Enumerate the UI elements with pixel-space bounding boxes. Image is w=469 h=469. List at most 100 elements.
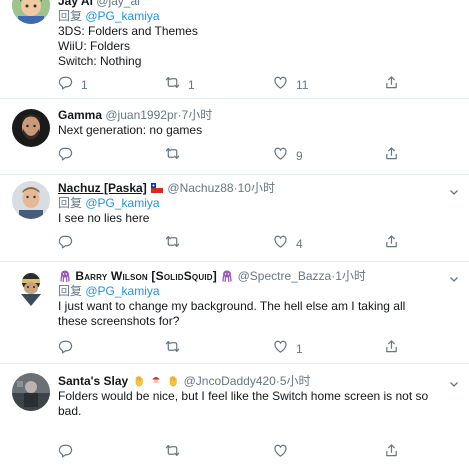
tweet-time[interactable]: 1小时	[335, 269, 366, 283]
share-icon	[384, 146, 399, 166]
retweet-button[interactable]	[165, 445, 188, 461]
share-icon	[384, 443, 399, 463]
tweet[interactable]: Barry Wilson [SolidSquid] @Spectre_Bazza…	[0, 262, 469, 363]
user-handle[interactable]: @JncoDaddy420	[184, 374, 276, 388]
chevron-down-icon[interactable]	[449, 376, 459, 387]
tweet-text-line: 3DS: Folders and Themes	[58, 24, 198, 38]
retweet-button[interactable]	[165, 148, 188, 164]
user-handle[interactable]: @juan1992pr	[105, 108, 177, 122]
tweet-text-line: Next generation: no games	[58, 123, 203, 137]
user-handle[interactable]: @Nachuz88	[167, 181, 233, 195]
retweet-icon	[165, 443, 180, 463]
like-button[interactable]: 11	[273, 75, 309, 95]
like-button[interactable]: 9	[273, 146, 303, 166]
reply-button[interactable]	[58, 443, 81, 463]
raised-hand-icon	[166, 374, 180, 388]
santa-icon	[149, 374, 163, 388]
user-handle[interactable]: @Spectre_Bazza	[238, 269, 332, 283]
retweet-icon	[165, 234, 180, 254]
tweet-text-line: bad.	[58, 404, 82, 418]
like-icon	[273, 443, 288, 463]
reply-button[interactable]: 1	[58, 75, 88, 95]
reply-prefix: 回复	[58, 9, 83, 23]
like-icon	[273, 75, 288, 95]
reply-icon	[58, 146, 73, 166]
like-button[interactable]: 4	[273, 234, 303, 254]
share-button[interactable]	[384, 339, 399, 359]
retweet-icon	[165, 146, 180, 166]
tweet-text: I see no lies here	[58, 211, 461, 226]
share-icon	[384, 339, 399, 359]
avatar[interactable]	[12, 109, 50, 147]
tweet-text-line: these screenshots for?	[58, 314, 180, 328]
share-icon	[384, 234, 399, 254]
tweet[interactable]: Nachuz [Paska] @Nachuz88·10小时 回复 @PG_kam…	[0, 175, 469, 261]
tweet-text-line: Switch: Nothing	[58, 54, 142, 68]
display-name[interactable]: Barry Wilson [SolidSquid]	[75, 269, 217, 283]
tweet-text-line: Folders would be nice, but I feel like t…	[58, 389, 429, 403]
avatar[interactable]	[12, 181, 50, 219]
chile-flag-icon	[150, 181, 164, 195]
tweet[interactable]: Jay Ai @jay_ai 回复 @PG_kamiya 3DS: Folder…	[0, 0, 469, 98]
squid-icon	[58, 269, 72, 283]
display-name[interactable]: Nachuz [Paska]	[58, 181, 147, 195]
squid-icon	[220, 269, 234, 283]
like-count: 11	[296, 78, 309, 92]
raised-hand-icon	[132, 374, 146, 388]
avatar[interactable]	[12, 0, 50, 24]
reply-button[interactable]	[58, 234, 81, 254]
tweet-text-line: I see no lies here	[58, 211, 150, 225]
reply-context: 回复 @PG_kamiya	[58, 284, 461, 299]
tweet[interactable]: Gamma @juan1992pr·7小时 Next generation: n…	[0, 99, 469, 174]
tweet-text: Folders would be nice, but I feel like t…	[58, 389, 461, 419]
reply-to-handle[interactable]: @PG_kamiya	[85, 284, 159, 298]
chevron-down-icon[interactable]	[449, 184, 459, 195]
reply-to-handle[interactable]: @PG_kamiya	[85, 196, 159, 210]
like-button[interactable]	[273, 443, 296, 463]
chevron-down-icon[interactable]	[449, 271, 459, 282]
retweet-button[interactable]	[165, 236, 188, 252]
avatar[interactable]	[12, 373, 50, 411]
share-button[interactable]	[384, 75, 399, 95]
tweet-time[interactable]: 5小时	[280, 374, 311, 388]
like-icon	[273, 146, 288, 166]
reply-icon	[58, 339, 73, 359]
tweet[interactable]: Santa's Slay @JncoDaddy420·5小时 Folders w…	[0, 364, 469, 469]
reply-icon	[58, 234, 73, 254]
reply-icon	[58, 75, 73, 95]
reply-button[interactable]	[58, 339, 81, 359]
share-button[interactable]	[384, 146, 399, 166]
reply-icon	[58, 443, 73, 463]
tweet-text: I just want to change my background. The…	[58, 299, 461, 329]
tweet-time[interactable]: 10小时	[238, 181, 275, 195]
display-name[interactable]: Jay Ai	[58, 0, 93, 8]
share-button[interactable]	[384, 443, 399, 463]
reply-button[interactable]	[58, 146, 81, 166]
share-button[interactable]	[384, 234, 399, 254]
like-icon	[273, 234, 288, 254]
like-icon	[273, 339, 288, 359]
tweet-time[interactable]: 7小时	[182, 108, 213, 122]
display-name[interactable]: Santa's Slay	[58, 374, 128, 388]
tweet-text-line: WiiU: Folders	[58, 39, 131, 53]
retweet-button[interactable]	[165, 341, 188, 357]
reply-count: 1	[81, 78, 88, 92]
like-count: 9	[296, 149, 303, 163]
retweet-icon	[165, 339, 180, 359]
like-button[interactable]: 1	[273, 339, 303, 359]
reply-prefix: 回复	[58, 284, 83, 298]
tweet-text-line: I just want to change my background. The…	[58, 299, 406, 313]
tweet-text: Next generation: no games	[58, 123, 461, 138]
retweet-count: 1	[188, 78, 195, 92]
reply-to-handle[interactable]: @PG_kamiya	[85, 9, 159, 23]
retweet-button[interactable]: 1	[165, 77, 195, 93]
user-handle[interactable]: @jay_ai	[96, 0, 140, 8]
reply-prefix: 回复	[58, 196, 83, 210]
reply-context: 回复 @PG_kamiya	[58, 9, 461, 24]
display-name[interactable]: Gamma	[58, 108, 102, 122]
avatar[interactable]	[12, 268, 50, 306]
share-icon	[384, 75, 399, 95]
reply-context: 回复 @PG_kamiya	[58, 196, 461, 211]
tweet-text: 3DS: Folders and Themes WiiU: Folders Sw…	[58, 24, 461, 69]
like-count: 1	[296, 342, 303, 356]
